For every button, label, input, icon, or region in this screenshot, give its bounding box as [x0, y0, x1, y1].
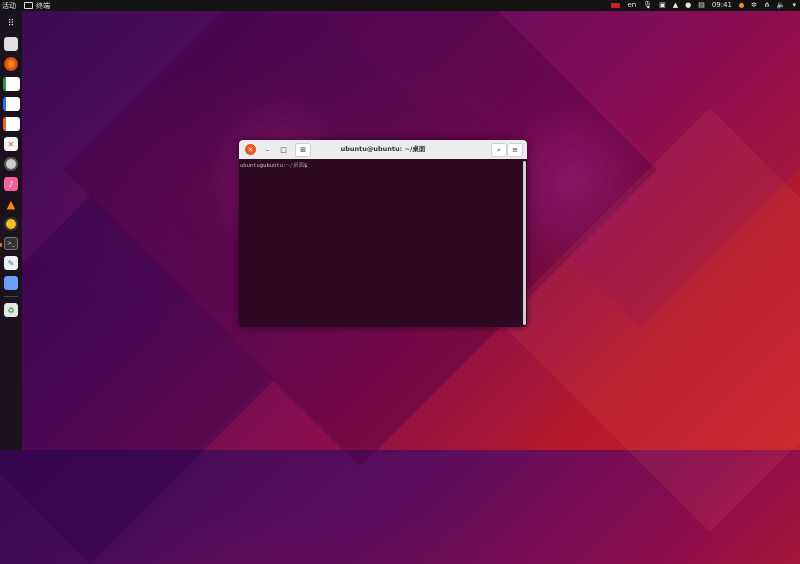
status-dot-icon[interactable] — [739, 3, 745, 8]
blue-app-icon[interactable] — [4, 276, 18, 290]
search-icon[interactable]: ⌕ — [491, 143, 507, 157]
top-bar: 活动 终端 en 🎙 ▣ ▲ ● ▤ 09:41 ✲ ⋔ 🔈 ▾ — [0, 0, 800, 11]
keyboard-icon[interactable]: ▣ — [659, 0, 666, 11]
microphone-icon[interactable]: 🎙 — [643, 0, 652, 11]
cone-icon[interactable]: ▲ — [4, 197, 18, 211]
hamburger-menu-icon[interactable]: ≡ — [507, 143, 523, 157]
store-icon[interactable]: ✕ — [4, 137, 18, 151]
prompt-symbol: $ — [303, 163, 308, 169]
window-titlebar[interactable]: ✕ – □ ⊞ ubuntu@ubuntu: ~/桌面 ⌕ ≡ — [239, 140, 527, 159]
flag-icon[interactable] — [611, 3, 621, 8]
music-icon[interactable]: ♪ — [4, 177, 18, 191]
folder-icon[interactable] — [4, 37, 18, 51]
settings-icon[interactable]: ✲ — [751, 0, 757, 11]
chat-icon[interactable]: ● — [685, 0, 691, 11]
volume-icon[interactable]: 🔈 — [777, 0, 786, 11]
terminal-window[interactable]: ✕ – □ ⊞ ubuntu@ubuntu: ~/桌面 ⌕ ≡ ubuntu@u… — [239, 140, 527, 327]
network-icon[interactable]: ⋔ — [764, 0, 770, 11]
app-menu[interactable]: 终端 — [24, 1, 50, 11]
pencil-icon[interactable]: ✎ — [4, 256, 18, 270]
app-menu-label: 终端 — [36, 1, 50, 10]
prompt-user: ubuntu@ubuntu — [240, 163, 284, 169]
terminal-icon[interactable]: >_ — [0, 237, 18, 250]
clipboard-icon[interactable]: ▤ — [698, 0, 705, 11]
firefox-icon[interactable] — [4, 57, 18, 71]
notification-icon[interactable]: ▲ — [673, 0, 678, 11]
activities-button[interactable]: 活动 — [2, 1, 16, 11]
terminal-content[interactable]: ubuntu@ubuntu:~/桌面$ — [239, 159, 523, 327]
prompt-directory: :~/桌面 — [283, 163, 304, 169]
dock: ⠿ ✕ ♪ ▲ >_ ✎ ♻ — [0, 11, 22, 450]
power-menu-icon[interactable]: ▾ — [792, 0, 796, 11]
spreadsheet-icon[interactable] — [2, 77, 20, 91]
dock-separator — [4, 296, 18, 297]
input-method-indicator[interactable]: en — [627, 0, 636, 11]
presentation-icon[interactable] — [2, 117, 20, 131]
speaker-icon[interactable] — [4, 217, 18, 231]
window-icon — [24, 2, 33, 9]
trash-icon[interactable]: ♻ — [4, 303, 18, 317]
disk-icon[interactable] — [4, 157, 18, 171]
document-icon[interactable] — [2, 97, 20, 111]
terminal-scrollbar[interactable] — [523, 161, 526, 325]
clock[interactable]: 09:41 — [712, 0, 732, 11]
window-title: ubuntu@ubuntu: ~/桌面 — [340, 145, 426, 153]
show-apps-grid-icon[interactable]: ⠿ — [4, 17, 18, 31]
